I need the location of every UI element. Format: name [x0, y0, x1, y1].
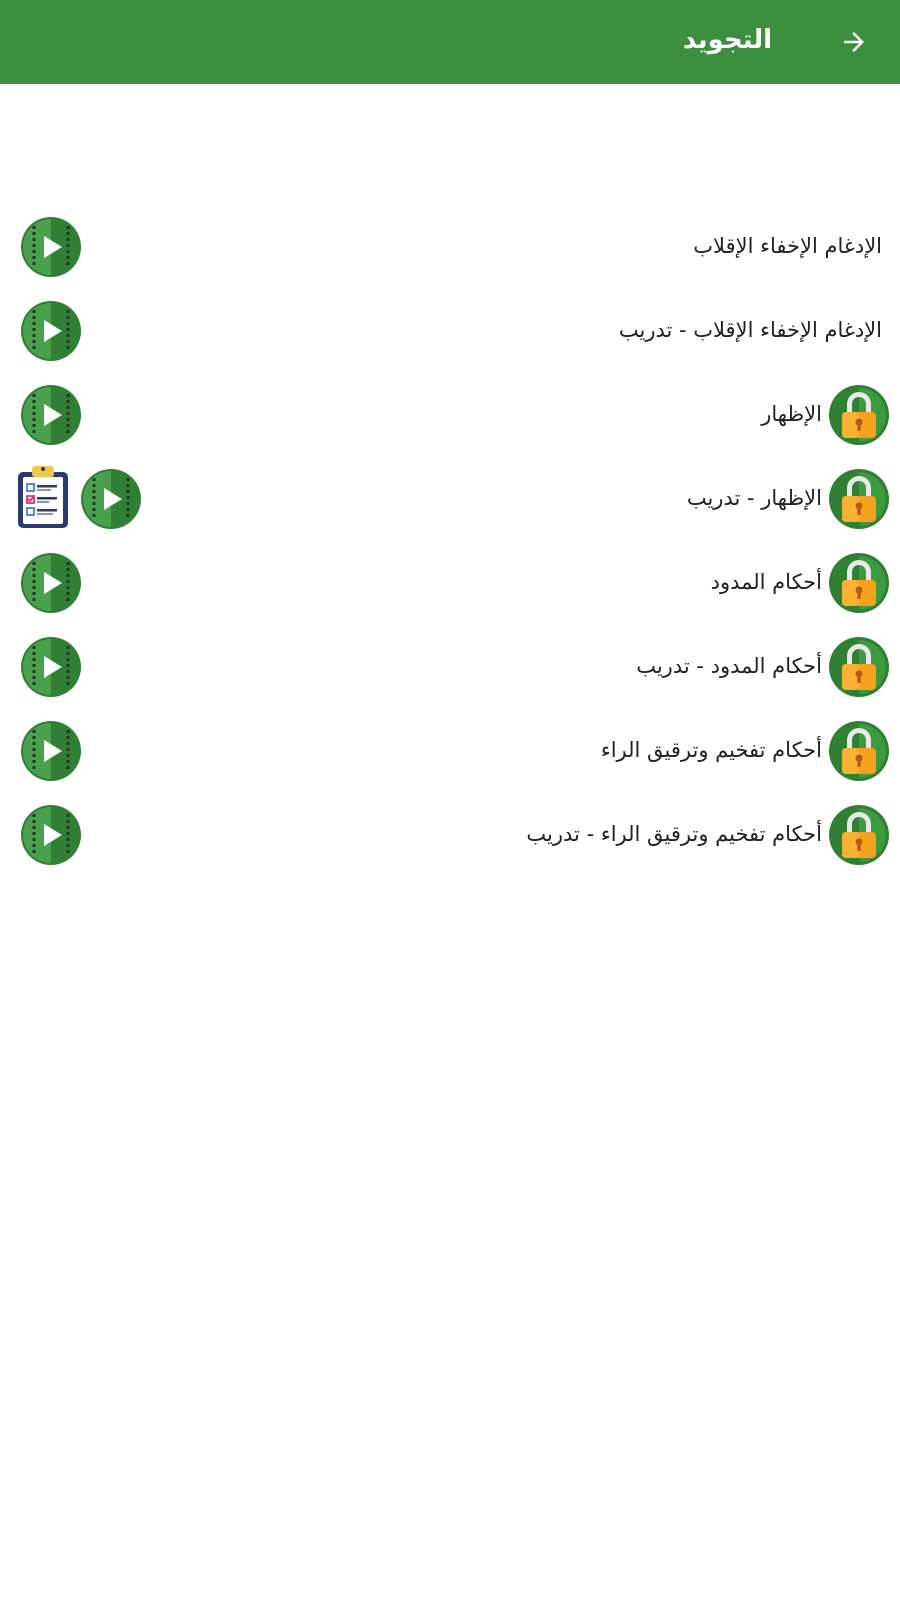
lesson-row[interactable]: الإدغام الإخفاء الإقلاب - تدريب	[0, 288, 900, 372]
lesson-row[interactable]: أحكام المدود	[0, 540, 900, 624]
lesson-title: أحكام تفخيم وترقيق الراء	[600, 738, 822, 762]
lesson-title: أحكام تفخيم وترقيق الراء - تدريب	[526, 822, 822, 846]
lock-icon	[828, 552, 890, 614]
play-video-icon[interactable]	[20, 300, 82, 362]
app-bar: التجويد	[0, 0, 900, 84]
lesson-row[interactable]: أحكام تفخيم وترقيق الراء	[0, 708, 900, 792]
lock-icon	[828, 384, 890, 446]
back-button[interactable]	[832, 20, 876, 64]
lesson-list: الإدغام الإخفاء الإقلاب الإدغام الإخفاء …	[0, 204, 900, 876]
lock-icon	[828, 720, 890, 782]
page-title: التجويد	[682, 25, 772, 55]
play-video-icon[interactable]	[20, 384, 82, 446]
quiz-clipboard-icon[interactable]	[12, 464, 74, 530]
lock-icon	[828, 468, 890, 530]
lesson-title: أحكام المدود	[710, 570, 822, 594]
play-video-icon[interactable]	[80, 468, 142, 530]
arrow-forward-icon	[844, 32, 864, 52]
lesson-title: أحكام المدود - تدريب	[636, 654, 822, 678]
lesson-row[interactable]: الإظهار	[0, 372, 900, 456]
lesson-row[interactable]: الإدغام الإخفاء الإقلاب	[0, 204, 900, 288]
play-video-icon[interactable]	[20, 552, 82, 614]
lesson-title: الإظهار	[761, 402, 822, 426]
play-video-icon[interactable]	[20, 636, 82, 698]
lock-icon	[828, 636, 890, 698]
lock-icon	[828, 804, 890, 866]
app-screen: التجويد الإدغام الإخفاء الإقلاب الإدغام …	[0, 0, 900, 1600]
lesson-title: الإظهار - تدريب	[686, 486, 822, 510]
lesson-row[interactable]: أحكام تفخيم وترقيق الراء - تدريب	[0, 792, 900, 876]
play-video-icon[interactable]	[20, 720, 82, 782]
lesson-row[interactable]: أحكام المدود - تدريب	[0, 624, 900, 708]
play-video-icon[interactable]	[20, 804, 82, 866]
lesson-title: الإدغام الإخفاء الإقلاب - تدريب	[618, 318, 882, 342]
lesson-title: الإدغام الإخفاء الإقلاب	[693, 234, 882, 258]
lesson-row[interactable]: الإظهار - تدريب	[0, 456, 900, 540]
play-video-icon[interactable]	[20, 216, 82, 278]
